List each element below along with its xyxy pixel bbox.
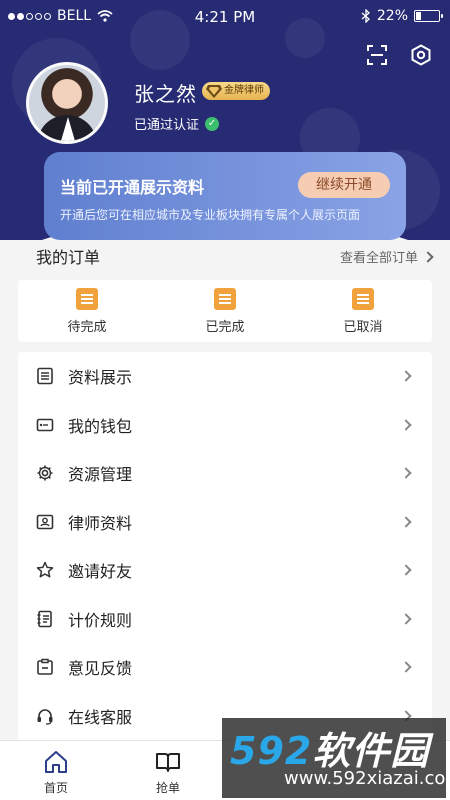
verified-label: 已通过认证 bbox=[134, 118, 200, 133]
verified-status: 已通过认证 ✓ bbox=[134, 114, 220, 133]
chevron-right-icon bbox=[422, 250, 434, 263]
orders-panel: 待完成 已完成 已取消 bbox=[18, 280, 432, 342]
status-bar: BELL 4:21 PM 22% bbox=[0, 0, 450, 32]
order-label: 已取消 bbox=[343, 319, 383, 335]
gear-icon bbox=[37, 465, 53, 481]
menu-item-wallet[interactable]: 我的钱包 bbox=[18, 401, 432, 450]
menu-label: 资源管理 bbox=[68, 465, 133, 485]
view-all-orders-link[interactable]: 查看全部订单 bbox=[339, 247, 434, 266]
star-icon bbox=[36, 562, 54, 578]
id-card-icon bbox=[36, 514, 54, 530]
settings-icon[interactable] bbox=[410, 44, 432, 66]
menu-item-feedback[interactable]: 意见反馈 bbox=[18, 643, 432, 692]
avatar[interactable] bbox=[26, 62, 108, 144]
menu-item-lawyer-profile[interactable]: 律师资料 bbox=[18, 498, 432, 547]
order-pending[interactable]: 待完成 bbox=[18, 280, 156, 342]
orders-title: 我的订单 bbox=[36, 248, 101, 267]
chevron-right-icon bbox=[400, 612, 412, 625]
view-all-label: 查看全部订单 bbox=[339, 251, 418, 266]
diamond-icon bbox=[206, 85, 222, 98]
menu-item-resource-management[interactable]: 资源管理 bbox=[18, 449, 432, 498]
settings-menu: 资料展示 我的钱包 资源管理 律师资料 邀请好友 计价规则 意见反馈 在线客服 bbox=[18, 352, 432, 772]
menu-item-invite-friends[interactable]: 邀请好友 bbox=[18, 546, 432, 595]
menu-label: 在线客服 bbox=[68, 707, 133, 727]
menu-label: 资料展示 bbox=[68, 368, 133, 388]
pending-order-icon bbox=[76, 287, 98, 310]
completed-order-icon bbox=[214, 287, 236, 310]
chevron-right-icon bbox=[400, 418, 412, 431]
menu-label: 计价规则 bbox=[68, 610, 133, 630]
bluetooth-icon bbox=[361, 9, 370, 23]
book-icon bbox=[156, 753, 180, 772]
order-label: 已完成 bbox=[205, 319, 245, 335]
menu-item-pricing-rules[interactable]: 计价规则 bbox=[18, 595, 432, 644]
promo-card: 当前已开通展示资料 继续开通 开通后您可在相应城市及专业板块拥有专属个人展示页面 bbox=[44, 152, 406, 240]
tab-label: 首页 bbox=[43, 781, 68, 795]
user-name: 张之然 bbox=[134, 82, 197, 106]
orders-header: 我的订单 查看全部订单 bbox=[18, 244, 434, 270]
watermark: 592软件园 www.592xiazai.com bbox=[222, 718, 450, 798]
promo-title: 当前已开通展示资料 bbox=[60, 178, 205, 197]
scan-icon[interactable] bbox=[366, 44, 388, 66]
menu-label: 律师资料 bbox=[68, 513, 133, 533]
check-icon: ✓ bbox=[205, 116, 220, 131]
chevron-right-icon bbox=[400, 467, 412, 479]
wallet-icon bbox=[36, 418, 54, 432]
menu-label: 邀请好友 bbox=[68, 562, 133, 582]
tab-label: 抢单 bbox=[155, 781, 180, 795]
order-completed[interactable]: 已完成 bbox=[156, 280, 294, 342]
order-label: 待完成 bbox=[67, 319, 107, 335]
watermark-logo: 592软件园 bbox=[230, 729, 430, 773]
badge-label: 金牌律师 bbox=[224, 85, 264, 96]
battery-percent: 22% bbox=[376, 8, 408, 24]
menu-label: 我的钱包 bbox=[68, 416, 133, 436]
tab-home[interactable]: 首页 bbox=[0, 741, 112, 800]
menu-item-profile-display[interactable]: 资料展示 bbox=[18, 352, 432, 401]
promo-description: 开通后您可在相应城市及专业板块拥有专属个人展示页面 bbox=[60, 208, 361, 222]
headset-icon bbox=[37, 708, 53, 725]
continue-button[interactable]: 继续开通 bbox=[298, 172, 390, 198]
menu-label: 意见反馈 bbox=[68, 659, 133, 679]
watermark-url: www.592xiazai.com bbox=[284, 768, 450, 789]
tab-grab-order[interactable]: 抢单 bbox=[112, 741, 224, 800]
chevron-right-icon bbox=[400, 564, 412, 576]
chevron-right-icon bbox=[400, 515, 412, 528]
home-icon bbox=[45, 751, 67, 773]
gold-lawyer-badge: 金牌律师 bbox=[202, 82, 270, 100]
battery-icon bbox=[414, 10, 443, 22]
cancelled-order-icon bbox=[352, 287, 374, 310]
feedback-icon bbox=[37, 659, 53, 676]
chevron-right-icon bbox=[400, 370, 412, 382]
notebook-icon bbox=[37, 610, 52, 628]
order-cancelled[interactable]: 已取消 bbox=[294, 280, 432, 342]
profile-display-icon bbox=[37, 367, 53, 385]
chevron-right-icon bbox=[400, 661, 412, 673]
